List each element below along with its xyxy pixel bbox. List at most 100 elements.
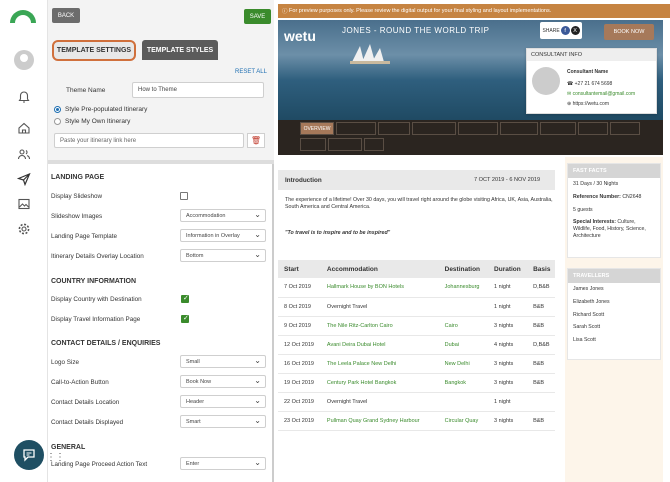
fast-facts-duration: 31 Days / 30 Nights [573,181,619,187]
reset-all-link[interactable]: RESET ALL [235,69,267,75]
gear-icon[interactable] [17,222,31,236]
cell-dest[interactable]: Circular Quay [438,411,489,431]
nav-tab[interactable] [412,122,456,135]
share-label: SHARE [542,27,560,34]
facebook-icon[interactable]: f [560,26,570,35]
traveller-name: Richard Scott [573,311,605,318]
introduction-quote: "To travel is to inspire and to be inspi… [285,230,391,236]
table-row: 9 Oct 2019 The Nile Ritz-Carlton Cairo Cai… [278,316,555,336]
cell-start: 16 Oct 2019 [278,354,321,374]
cell-basis: B&B [527,316,555,336]
nav-tab[interactable] [578,122,608,135]
cell-acc[interactable]: Overnight Travel [320,392,439,412]
nav-tab[interactable] [458,122,498,135]
proceed-action-label: Landing Page Proceed Action Text [51,461,148,468]
country-destination-checkbox[interactable] [181,294,189,303]
cell-basis: D,B&B [527,335,555,355]
consultant-website[interactable]: ⊕ https://wetu.com [567,101,609,107]
fast-facts-interests: Special Interests: Culture, Wildlife, Fo… [573,219,646,239]
contact-displayed-select[interactable]: Smart [180,415,266,428]
cell-dest[interactable]: Dubai [438,335,489,355]
contact-location-label: Contact Details Location [51,399,120,406]
cell-basis: B&B [527,411,555,431]
logo-size-select[interactable]: Small [180,355,266,368]
traveller-name: Lisa Scott [573,337,596,343]
wetu-logo-icon [10,10,36,23]
settings-list: LANDING PAGE Display Slideshow Slideshow… [48,164,272,482]
book-now-button[interactable]: BOOK NOW [604,24,654,40]
theme-name-label: Theme Name [66,87,106,94]
travel-info-checkbox[interactable] [181,314,189,323]
x-icon[interactable]: X [570,26,580,35]
panel-scrollbar[interactable] [272,164,274,482]
tab-template-styles[interactable]: TEMPLATE STYLES [142,40,218,60]
itinerary-preview: ⓘ For preview purposes only. Please revi… [278,0,670,482]
cell-dest[interactable]: Cairo [438,316,489,336]
display-slideshow-checkbox[interactable] [180,192,188,200]
nav-tab[interactable] [610,122,640,135]
cell-dest[interactable] [438,297,489,317]
cell-acc[interactable]: Avani Deira Dubai Hotel [320,335,439,355]
icon-rail [0,0,48,482]
fast-facts-guests: 5 guests [573,206,593,213]
travellers-header: TRAVELLERS [568,269,660,283]
nav-tab[interactable] [300,138,326,151]
cell-acc[interactable]: The Leela Palace New Delhi [320,354,439,374]
cell-acc[interactable]: Pullman Quay Grand Sydney Harbour [320,411,439,431]
cell-acc[interactable]: Overnight Travel [320,297,439,317]
users-icon[interactable] [17,147,31,161]
opera-house-illustration [350,44,390,64]
section-country-info: COUNTRY INFORMATION [51,278,137,285]
cell-dest[interactable] [438,392,489,412]
consultant-info-card: CONSULTANT INFO Consultant Name ☎ +27 21… [526,48,657,114]
proceed-action-select[interactable]: Enter [180,457,266,470]
nav-tab[interactable] [378,122,410,135]
cell-dest[interactable]: Johannesburg [438,278,489,298]
nav-tab[interactable] [540,122,576,135]
cta-button-select[interactable]: Book Now [180,375,266,388]
nav-tab[interactable] [500,122,538,135]
home-icon[interactable] [17,121,31,135]
cell-acc[interactable]: Hallmark House by BON Hotels [320,278,439,298]
fast-facts-box: FAST FACTS 31 Days / 30 Nights Reference… [567,163,661,258]
consultant-email[interactable]: ✉ consultantemail@gmail.com [567,91,635,97]
save-button[interactable]: SAVE [244,9,271,24]
trash-icon[interactable]: 🗑 [247,133,265,148]
overlay-location-select[interactable]: Bottom [180,249,266,262]
chat-button[interactable] [14,440,44,470]
user-avatar[interactable] [14,50,34,70]
drag-handle-icon[interactable]: ⋮⋮ [46,452,65,463]
col-basis: Basis [527,260,555,278]
chat-icon [23,449,35,462]
bell-icon[interactable] [17,90,31,104]
cell-basis: B&B [527,354,555,374]
cell-acc[interactable]: The Nile Ritz-Carlton Cairo [320,316,439,336]
col-start: Start [278,260,321,278]
cell-dur: 1 night [488,278,528,298]
nav-tab[interactable] [336,122,376,135]
cell-dest[interactable]: New Delhi [438,354,489,374]
table-row: 12 Oct 2019 Avani Deira Dubai Hotel Dubai 4… [278,335,555,355]
nav-tab[interactable] [328,138,362,151]
table-row: 7 Oct 2019 Hallmark House by BON Hotels Jo… [278,278,555,298]
nav-tab[interactable] [364,138,384,151]
contact-location-select[interactable]: Header [180,395,266,408]
send-icon[interactable] [16,172,31,187]
cell-dur: 1 night [488,392,528,412]
table-row: 8 Oct 2019 Overnight Travel 1 night B&B [278,297,555,317]
slideshow-images-select[interactable]: Accommodation [180,209,266,222]
radio-prepopulated[interactable] [54,106,61,113]
cell-dest[interactable]: Bangkok [438,373,489,393]
landing-template-select[interactable]: Information in Overlay [180,229,266,242]
back-button[interactable]: BACK [52,8,80,23]
theme-name-input[interactable]: How to Theme [132,82,264,98]
radio-own-itinerary[interactable] [54,118,61,125]
tab-template-settings[interactable]: TEMPLATE SETTINGS [52,40,136,61]
image-icon[interactable] [17,197,31,211]
itinerary-link-input[interactable]: Paste your itinerary link here [54,133,244,148]
landing-template-label: Landing Page Template [51,233,118,240]
overlay-location-label: Itinerary Details Overlay Location [51,253,144,260]
tab-overview[interactable]: OVERVIEW [300,122,334,135]
info-icon: ⓘ [282,9,290,15]
cell-acc[interactable]: Century Park Hotel Bangkok [320,373,439,393]
